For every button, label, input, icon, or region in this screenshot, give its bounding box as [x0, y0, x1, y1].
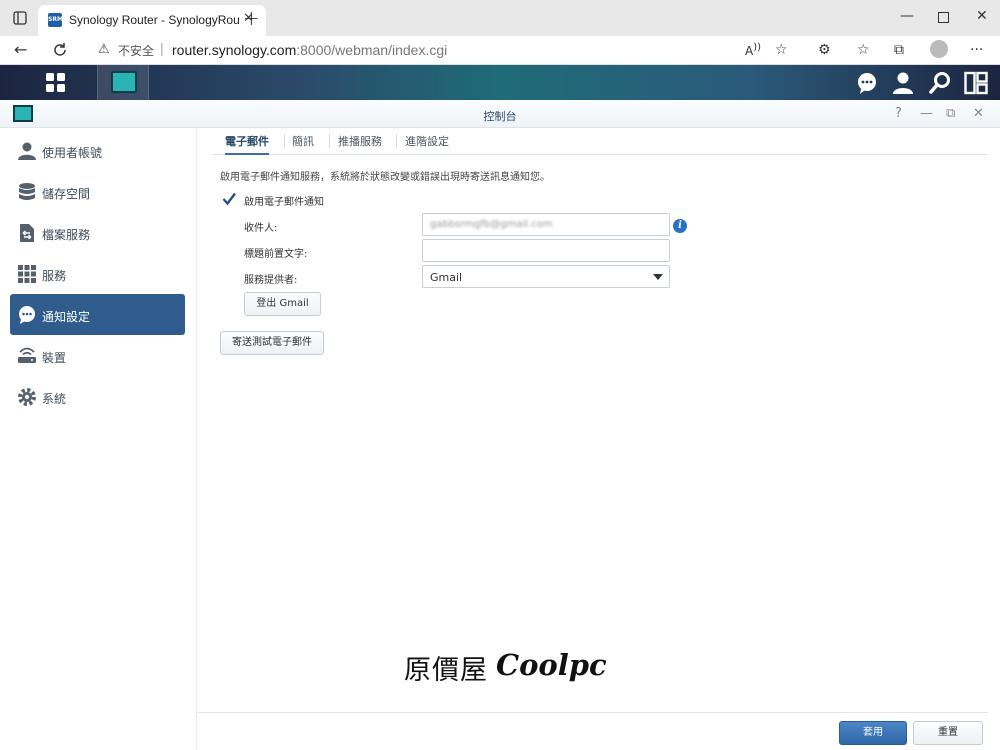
help-icon[interactable]: ?	[895, 106, 902, 121]
chat-icon[interactable]	[855, 71, 879, 95]
provider-select[interactable]: Gmail	[422, 265, 670, 288]
device-icon	[18, 347, 36, 363]
enable-email-label: 啟用電子郵件通知	[244, 197, 324, 208]
sidebar-item-label: 使用者帳號	[42, 146, 103, 160]
tab-separator	[329, 134, 330, 148]
address-bar: ← ⚠ 不安全 | router.synology.com:8000/webma…	[0, 36, 1000, 65]
new-tab-icon[interactable]: +	[243, 6, 260, 30]
tab-advanced[interactable]: 進階設定	[405, 133, 449, 155]
url-field[interactable]: ⚠ 不安全 | router.synology.com:8000/webman/…	[86, 39, 806, 61]
url-text: router.synology.com:8000/webman/index.cg…	[172, 42, 447, 58]
sidebar-item-label: 系統	[42, 392, 67, 406]
send-test-email-button[interactable]: 寄送測試電子郵件	[220, 331, 324, 355]
sidebar-item-users[interactable]: 使用者帳號	[10, 130, 185, 171]
minimize-icon[interactable]: —	[900, 8, 914, 24]
recipient-value: gabbsrmgfb@gmail.com	[430, 219, 553, 230]
tab-separator	[284, 134, 285, 148]
browser-tab[interactable]: SRM Synology Router - SynologyRouter ✕	[38, 5, 266, 36]
tab-email[interactable]: 電子郵件	[225, 133, 269, 155]
apply-button[interactable]: 套用	[839, 721, 907, 745]
window-header: 控制台 ? — ⧉ ✕	[0, 100, 1000, 128]
more-menu-icon[interactable]: ···	[970, 42, 983, 58]
provider-value: Gmail	[430, 271, 463, 284]
widgets-icon[interactable]	[964, 71, 988, 95]
url-path: :8000/webman/index.cgi	[296, 42, 448, 58]
close-window-icon[interactable]: ✕	[976, 8, 988, 24]
sidebar-item-notification[interactable]: 通知設定	[10, 294, 185, 335]
email-description: 啟用電子郵件通知服務，系統將於狀態改變或錯誤出現時寄送訊息通知您。	[220, 172, 550, 183]
system-icon	[18, 388, 36, 406]
control-panel-taskbar-button[interactable]	[97, 65, 149, 100]
sidebar-item-label: 檔案服務	[42, 228, 91, 242]
reset-button[interactable]: 重置	[913, 721, 983, 745]
main-menu-button[interactable]	[18, 65, 94, 100]
sidebar-item-services[interactable]: 服務	[10, 253, 185, 294]
url-separator: |	[160, 40, 164, 56]
enable-email-checkbox[interactable]	[222, 192, 236, 206]
notification-icon	[19, 306, 35, 324]
user-menu-icon[interactable]	[891, 71, 915, 95]
close-window-icon[interactable]: ✕	[973, 106, 984, 121]
file-services-icon	[20, 224, 34, 242]
sidebar-item-storage[interactable]: 儲存空間	[10, 171, 185, 212]
maximize-icon[interactable]	[938, 12, 949, 23]
srm-taskbar	[0, 65, 1000, 100]
back-icon[interactable]: ←	[14, 40, 27, 59]
recipient-input[interactable]: gabbsrmgfb@gmail.com	[422, 213, 670, 236]
subject-prefix-label: 標題前置文字:	[244, 249, 308, 260]
provider-label: 服務提供者:	[244, 275, 298, 286]
warning-icon: ⚠	[98, 41, 110, 56]
add-favorite-icon[interactable]: ☆	[775, 42, 788, 58]
favorites-icon[interactable]: ☆	[857, 42, 870, 58]
logout-gmail-button[interactable]: 登出 Gmail	[244, 292, 321, 316]
tab-title: Synology Router - SynologyRouter	[69, 13, 239, 27]
info-icon[interactable]: i	[673, 219, 687, 233]
restore-window-icon[interactable]: ⧉	[946, 106, 955, 121]
chevron-down-icon	[653, 274, 663, 280]
window-title: 控制台	[483, 110, 517, 123]
collections-icon[interactable]: ⧉	[894, 42, 904, 58]
recipient-label: 收件人:	[244, 223, 278, 234]
tab-actions-icon[interactable]	[12, 10, 28, 26]
minimize-window-icon[interactable]: —	[920, 106, 933, 121]
tab-sms[interactable]: 簡訊	[292, 133, 314, 155]
sidebar-item-label: 通知設定	[42, 310, 91, 324]
apps-grid-icon	[46, 73, 65, 92]
subject-prefix-input[interactable]	[422, 239, 670, 262]
extensions-icon[interactable]: ⚙	[818, 42, 831, 58]
srm-favicon-icon: SRM	[48, 13, 63, 27]
tab-push-service[interactable]: 推播服務	[338, 133, 382, 155]
watermark-cn: 原價屋	[404, 655, 488, 686]
sidebar-item-label: 儲存空間	[42, 187, 91, 201]
refresh-icon[interactable]	[52, 42, 68, 58]
sidebar-item-label: 裝置	[42, 351, 67, 365]
control-panel-icon	[111, 71, 137, 93]
user-icon	[18, 142, 36, 160]
sidebar-item-label: 服務	[42, 269, 67, 283]
sidebar-item-file-services[interactable]: 檔案服務	[10, 212, 185, 253]
services-icon	[18, 265, 36, 283]
sidebar-item-system[interactable]: 系統	[10, 376, 185, 417]
url-host: router.synology.com	[172, 42, 297, 58]
coolpc-watermark: 原價屋 Coolpc	[404, 648, 624, 690]
search-icon[interactable]	[928, 71, 952, 95]
footer-bar: 套用 重置	[198, 712, 988, 750]
main-content: 電子郵件 簡訊 推播服務 進階設定 啟用電子郵件通知服務，系統將於狀態改變或錯誤…	[198, 128, 1000, 750]
sidebar-item-device[interactable]: 裝置	[10, 335, 185, 376]
read-aloud-icon[interactable]: A))	[745, 42, 761, 58]
profile-avatar[interactable]	[930, 40, 948, 58]
browser-tab-bar: SRM Synology Router - SynologyRouter ✕ +…	[0, 0, 1000, 36]
not-secure-label: 不安全	[118, 44, 155, 58]
watermark-en: Coolpc	[496, 648, 607, 682]
storage-icon	[19, 183, 35, 200]
sidebar: 使用者帳號 儲存空間 檔案服務 服務 通知設定 裝置 系統	[0, 128, 197, 750]
tab-separator	[396, 134, 397, 148]
tab-strip: 電子郵件 簡訊 推播服務 進階設定	[212, 128, 988, 155]
